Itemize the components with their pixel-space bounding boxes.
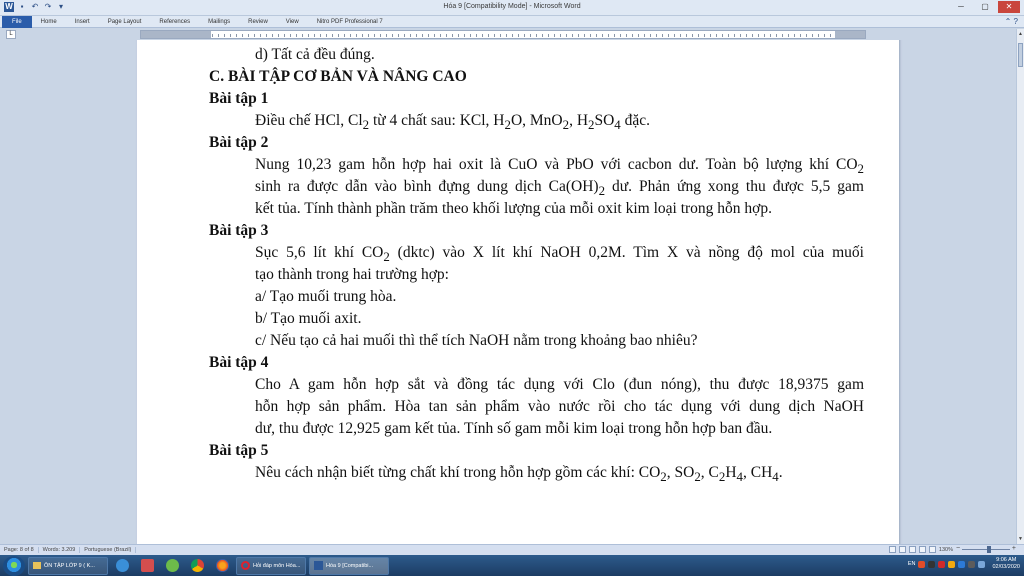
window-title: Hóa 9 [Compatibility Mode] - Microsoft W…: [443, 3, 581, 10]
exercise-3-part-c: c/ Nếu tạo cả hai muối thì thể tích NaOH…: [255, 332, 698, 349]
document-page[interactable]: d) Tất cả đều đúng. C. BÀI TẬP CƠ BẢN VÀ…: [137, 40, 899, 544]
tab-selector-icon[interactable]: L: [6, 30, 16, 39]
tab-home[interactable]: Home: [32, 16, 66, 28]
tray-app-icon-4[interactable]: [948, 560, 956, 568]
tray-app-icon[interactable]: [918, 560, 926, 568]
window-controls: ─ ▢ ✕: [950, 1, 1020, 13]
outline-view-icon[interactable]: [918, 546, 926, 553]
exercise-3-title: Bài tập 3: [209, 222, 269, 239]
tab-references[interactable]: References: [150, 16, 199, 28]
tab-view[interactable]: View: [277, 16, 308, 28]
exercise-2-line-1: Nung 10,23 gam hỗn hợp hai oxit là CuO v…: [255, 156, 864, 177]
minimize-button[interactable]: ─: [950, 1, 972, 13]
document-content: d) Tất cả đều đúng. C. BÀI TẬP CƠ BẢN VÀ…: [209, 40, 864, 484]
clock[interactable]: 9:06 AM 02/03/2020: [992, 557, 1020, 571]
folder-icon: [33, 562, 41, 569]
tab-mailings[interactable]: Mailings: [199, 16, 239, 28]
clock-date: 02/03/2020: [992, 564, 1020, 570]
web-layout-view-icon[interactable]: [908, 546, 916, 553]
taskbar-app-icon[interactable]: [161, 557, 183, 575]
vertical-scrollbar[interactable]: ▲ ▼: [1016, 29, 1024, 544]
tab-insert[interactable]: Insert: [66, 16, 99, 28]
exercise-3-part-a: a/ Tạo muối trung hòa.: [255, 288, 397, 305]
status-bar: Page: 8 of 8 Words: 3.209 Portuguese (Br…: [0, 544, 1024, 555]
exercise-4-line-3: dư, thu được 12,925 gam kết tủa. Tính số…: [255, 420, 773, 437]
exercise-1-text: Điều chế HCl, Cl2 từ 4 chất sau: KCl, H2…: [255, 112, 651, 133]
horizontal-ruler[interactable]: [140, 30, 866, 39]
taskbar-chrome-icon[interactable]: [186, 557, 208, 575]
system-tray: EN 9:06 AM 02/03/2020: [908, 557, 1020, 571]
language-indicator[interactable]: Portuguese (Brazil): [80, 547, 137, 553]
taskbar-teamviewer-icon[interactable]: [136, 557, 158, 575]
tray-app-icon-3[interactable]: [938, 560, 946, 568]
tab-file[interactable]: File: [2, 15, 32, 28]
full-screen-view-icon[interactable]: [898, 546, 906, 553]
tab-nitro-pdf[interactable]: Nitro PDF Professional 7: [308, 16, 392, 28]
scroll-down-icon[interactable]: ▼: [1017, 536, 1024, 542]
print-layout-view-icon[interactable]: [888, 546, 896, 553]
taskbar-ie-icon[interactable]: [111, 557, 133, 575]
section-heading: C. BÀI TẬP CƠ BẢN VÀ NÂNG CAO: [209, 68, 467, 85]
scrollbar-thumb[interactable]: [1018, 43, 1023, 67]
tray-app-icon-2[interactable]: [928, 560, 936, 568]
taskbar: ÔN TẬP LỚP 9 ( K... Hỏi đáp môn Hóa... H…: [0, 555, 1024, 576]
zoom-level[interactable]: 130%: [939, 547, 953, 553]
exercise-2-line-2: sinh ra được dẫn vào bình đựng dung dịch…: [255, 178, 864, 199]
exercise-2-line-3: kết tủa. Tính thành phần trăm theo khối …: [255, 200, 772, 217]
exercise-4-line-2: hỗn hợp sản phẩm. Hòa tan sản phẩm vào n…: [255, 398, 864, 415]
view-controls: 130% − +: [888, 545, 1016, 553]
exercise-5-text: Nêu cách nhận biết từng chất khí trong h…: [255, 464, 783, 485]
scroll-up-icon[interactable]: ▲: [1017, 31, 1024, 37]
exercise-3-part-b: b/ Tạo muối axit.: [255, 310, 362, 327]
maximize-button[interactable]: ▢: [974, 1, 996, 13]
clock-time: 9:06 AM: [996, 557, 1017, 563]
exercise-4-title: Bài tập 4: [209, 354, 269, 371]
exercise-2-title: Bài tập 2: [209, 134, 269, 151]
network-icon[interactable]: [968, 560, 976, 568]
word-icon: [314, 561, 323, 570]
ruler-row: L: [0, 29, 1024, 40]
document-area: d) Tất cả đều đúng. C. BÀI TẬP CƠ BẢN VÀ…: [0, 40, 1016, 544]
help-icon[interactable]: ⌃ ?: [1005, 17, 1018, 26]
zoom-in-icon[interactable]: +: [1012, 545, 1016, 552]
taskbar-opera-label: Hỏi đáp môn Hóa...: [253, 562, 301, 569]
exercise-3-line-2: tạo thành trong hai trường hợp:: [255, 266, 449, 283]
zoom-out-icon[interactable]: −: [956, 545, 960, 552]
ruler-right-margin: [835, 31, 865, 38]
title-bar: W ▪ ↶ ↷ ▾ Hóa 9 [Compatibility Mode] - M…: [0, 0, 1024, 16]
page-count[interactable]: Page: 8 of 8: [0, 547, 39, 553]
draft-view-icon[interactable]: [928, 546, 936, 553]
exercise-4-line-1: Cho A gam hỗn hợp sắt và đồng tác dụng v…: [255, 376, 864, 393]
zoom-knob[interactable]: [986, 546, 991, 553]
volume-icon[interactable]: [978, 560, 986, 568]
word-count[interactable]: Words: 3.209: [39, 547, 81, 553]
ribbon-tabs: File Home Insert Page Layout References …: [0, 15, 1024, 28]
taskbar-folder-item[interactable]: ÔN TẬP LỚP 9 ( K...: [28, 556, 108, 575]
tab-review[interactable]: Review: [239, 16, 277, 28]
taskbar-opera-item[interactable]: Hỏi đáp môn Hóa...: [236, 556, 306, 575]
exercise-3-line-1: Sục 5,6 lít khí CO2 (dktc) vào X lít khí…: [255, 244, 864, 265]
close-button[interactable]: ✕: [998, 1, 1020, 13]
exercise-1-title: Bài tập 1: [209, 90, 269, 107]
taskbar-word-label: Hóa 9 [Compatibi...: [326, 562, 374, 569]
taskbar-word-item[interactable]: Hóa 9 [Compatibi...: [309, 556, 389, 575]
zoom-slider[interactable]: − +: [956, 545, 1016, 553]
tray-app-icon-5[interactable]: [958, 560, 966, 568]
option-d: d) Tất cả đều đúng.: [255, 46, 375, 63]
opera-icon: [241, 561, 250, 570]
tab-page-layout[interactable]: Page Layout: [99, 16, 151, 28]
start-button[interactable]: [3, 555, 25, 576]
taskbar-firefox-icon[interactable]: [211, 557, 233, 575]
ruler-left-margin: [141, 31, 211, 38]
taskbar-folder-label: ÔN TẬP LỚP 9 ( K...: [44, 562, 95, 569]
exercise-5-title: Bài tập 5: [209, 442, 269, 459]
language-tray[interactable]: EN: [908, 561, 916, 567]
